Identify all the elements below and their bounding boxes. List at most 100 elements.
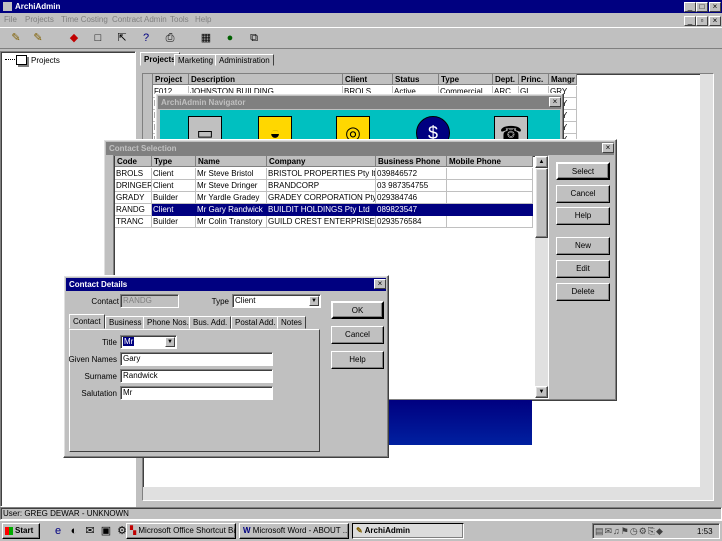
doc-restore-button[interactable]: ▫	[696, 16, 708, 26]
contact-vscrollbar[interactable]: ▲ ▼	[535, 156, 548, 398]
chevron-down-icon[interactable]: ▼	[165, 337, 175, 347]
projects-col-dept[interactable]: Dept.	[493, 74, 519, 85]
open-folder-2-icon[interactable]: ✎	[30, 30, 46, 46]
eraser-icon[interactable]: ◆	[66, 30, 82, 46]
new-document-icon[interactable]: □	[90, 30, 106, 46]
contact-row-selected[interactable]: RANDG Client Mr Gary Randwick BUILDIT HO…	[115, 204, 533, 216]
calculator-icon[interactable]: ▦	[198, 30, 214, 46]
tab-contact[interactable]: Contact	[69, 314, 105, 329]
help-selection-button[interactable]: Help	[556, 207, 610, 225]
delete-button[interactable]: Delete	[556, 283, 610, 301]
contact-cell-mobile[interactable]	[447, 204, 533, 216]
given-names-field[interactable]: Gary	[120, 352, 273, 366]
contact-cell-code[interactable]: DRINGER	[115, 180, 152, 192]
minimize-button[interactable]: _	[684, 2, 696, 12]
contact-cell-company[interactable]: BRISTOL PROPERTIES Pty ltd	[267, 168, 376, 180]
maximize-button[interactable]: □	[696, 2, 708, 12]
contact-cell-company[interactable]: GUILD CREST ENTERPRISES	[267, 216, 376, 228]
contact-col-mobile-phone[interactable]: Mobile Phone	[447, 156, 533, 167]
contact-cell-code[interactable]: GRADY	[115, 192, 152, 204]
contact-cell-phone[interactable]: 03 987354755	[376, 180, 447, 192]
quicklaunch-4-icon[interactable]: ▣	[98, 523, 114, 539]
contact-selection-close-button[interactable]: ×	[602, 143, 614, 153]
contact-cell-type[interactable]: Client	[152, 180, 196, 192]
contact-col-code[interactable]: Code	[115, 156, 152, 167]
contact-col-company[interactable]: Company	[267, 156, 376, 167]
start-button[interactable]: Start	[2, 523, 40, 539]
contact-cell-company[interactable]: GRADEY CORPORATION Pty L	[267, 192, 376, 204]
contact-row[interactable]: BROLS Client Mr Steve Bristol BRISTOL PR…	[115, 168, 533, 180]
contact-row[interactable]: GRADY Builder Mr Yardle Gradey GRADEY CO…	[115, 192, 533, 204]
projects-col-mangr[interactable]: Mangr	[549, 74, 577, 85]
tab-notes[interactable]: Notes	[277, 316, 306, 329]
contact-row[interactable]: DRINGER Client Mr Steve Dringer BRANDCOR…	[115, 180, 533, 192]
contact-cell-company[interactable]: BRANDCORP	[267, 180, 376, 192]
type-select[interactable]: Client ▼	[232, 294, 321, 308]
contact-cell-phone[interactable]: 029384746	[376, 192, 447, 204]
quicklaunch-3-icon[interactable]: ✉	[82, 523, 98, 539]
tab-postal-add[interactable]: Postal Add.	[231, 316, 280, 329]
tab-marketing[interactable]: Marketing	[174, 54, 218, 66]
select-button[interactable]: Select	[556, 162, 610, 180]
navigator-close-button[interactable]: ×	[549, 97, 561, 107]
tab-bus-add[interactable]: Bus. Add.	[189, 316, 232, 329]
close-button[interactable]: ×	[709, 2, 721, 12]
print-icon[interactable]: ⎙	[162, 30, 178, 46]
contact-col-business-phone[interactable]: Business Phone	[376, 156, 447, 167]
contact-cell-code[interactable]: RANDG	[115, 204, 152, 216]
cancel-details-button[interactable]: Cancel	[331, 326, 384, 344]
scroll-thumb[interactable]	[535, 168, 548, 238]
projects-hscrollbar[interactable]	[143, 487, 700, 500]
contact-cell-mobile[interactable]	[447, 216, 533, 228]
contact-cell-name[interactable]: Mr Steve Dringer	[196, 180, 267, 192]
cancel-selection-button[interactable]: Cancel	[556, 185, 610, 203]
projects-vscrollbar[interactable]	[700, 74, 713, 500]
scroll-down-button[interactable]: ▼	[535, 386, 548, 398]
tab-phone-nos[interactable]: Phone Nos.	[143, 316, 193, 329]
contact-cell-name[interactable]: Mr Steve Bristol	[196, 168, 267, 180]
contact-cell-phone[interactable]: 039846572	[376, 168, 447, 180]
contact-cell-mobile[interactable]	[447, 192, 533, 204]
ie-icon[interactable]: e	[50, 523, 66, 539]
help-details-button[interactable]: Help	[331, 351, 384, 369]
contact-cell-phone[interactable]: 089823547	[376, 204, 447, 216]
contact-cell-type[interactable]: Client	[152, 168, 196, 180]
projects-col-status[interactable]: Status	[393, 74, 439, 85]
projects-col-description[interactable]: Description	[189, 74, 343, 85]
title-select[interactable]: Mr ▼	[120, 335, 177, 349]
contact-cell-type[interactable]: Builder	[152, 192, 196, 204]
contact-col-name[interactable]: Name	[196, 156, 267, 167]
copy-icon[interactable]: ⧉	[246, 30, 262, 46]
surname-field[interactable]: Randwick	[120, 369, 273, 383]
contact-row[interactable]: TRANC Builder Mr Colin Transtory GUILD C…	[115, 216, 533, 228]
menu-contract-admin[interactable]: Contract Admin	[112, 15, 167, 24]
scroll-up-button[interactable]: ▲	[535, 156, 548, 168]
tab-business[interactable]: Business	[105, 316, 146, 329]
menu-tools[interactable]: Tools	[170, 15, 189, 24]
doc-minimize-button[interactable]: _	[684, 16, 696, 26]
tab-administration[interactable]: Administration	[215, 54, 274, 66]
projects-col-client[interactable]: Client	[343, 74, 393, 85]
task-office-shortcut-bar[interactable]: ▚ Microsoft Office Shortcut Bar	[126, 523, 236, 539]
contact-cell-name[interactable]: Mr Gary Randwick	[196, 204, 267, 216]
task-archiadmin[interactable]: ✎ ArchiAdmin	[352, 523, 464, 539]
menu-time-costing[interactable]: Time Costing	[61, 15, 108, 24]
contact-cell-name[interactable]: Mr Yardle Gradey	[196, 192, 267, 204]
contact-code-field[interactable]: RANDG	[120, 294, 179, 308]
contact-cell-name[interactable]: Mr Colin Transtory	[196, 216, 267, 228]
export-icon[interactable]: ⇱	[114, 30, 130, 46]
globe-icon[interactable]: ●	[222, 30, 238, 46]
projects-col-princ[interactable]: Princ.	[519, 74, 549, 85]
menu-file[interactable]: File	[4, 15, 17, 24]
contact-cell-company[interactable]: BUILDIT HOLDINGS Pty Ltd	[267, 204, 376, 216]
ok-button[interactable]: OK	[331, 301, 384, 319]
edit-button[interactable]: Edit	[556, 260, 610, 278]
projects-col-type[interactable]: Type	[439, 74, 493, 85]
help-icon[interactable]: ?	[138, 30, 154, 46]
task-word[interactable]: W Microsoft Word - ABOUT ...	[239, 523, 349, 539]
open-folder-icon[interactable]: ✎	[8, 30, 24, 46]
contact-cell-code[interactable]: TRANC	[115, 216, 152, 228]
chevron-down-icon[interactable]: ▼	[309, 296, 319, 306]
contact-cell-mobile[interactable]	[447, 168, 533, 180]
contact-cell-code[interactable]: BROLS	[115, 168, 152, 180]
